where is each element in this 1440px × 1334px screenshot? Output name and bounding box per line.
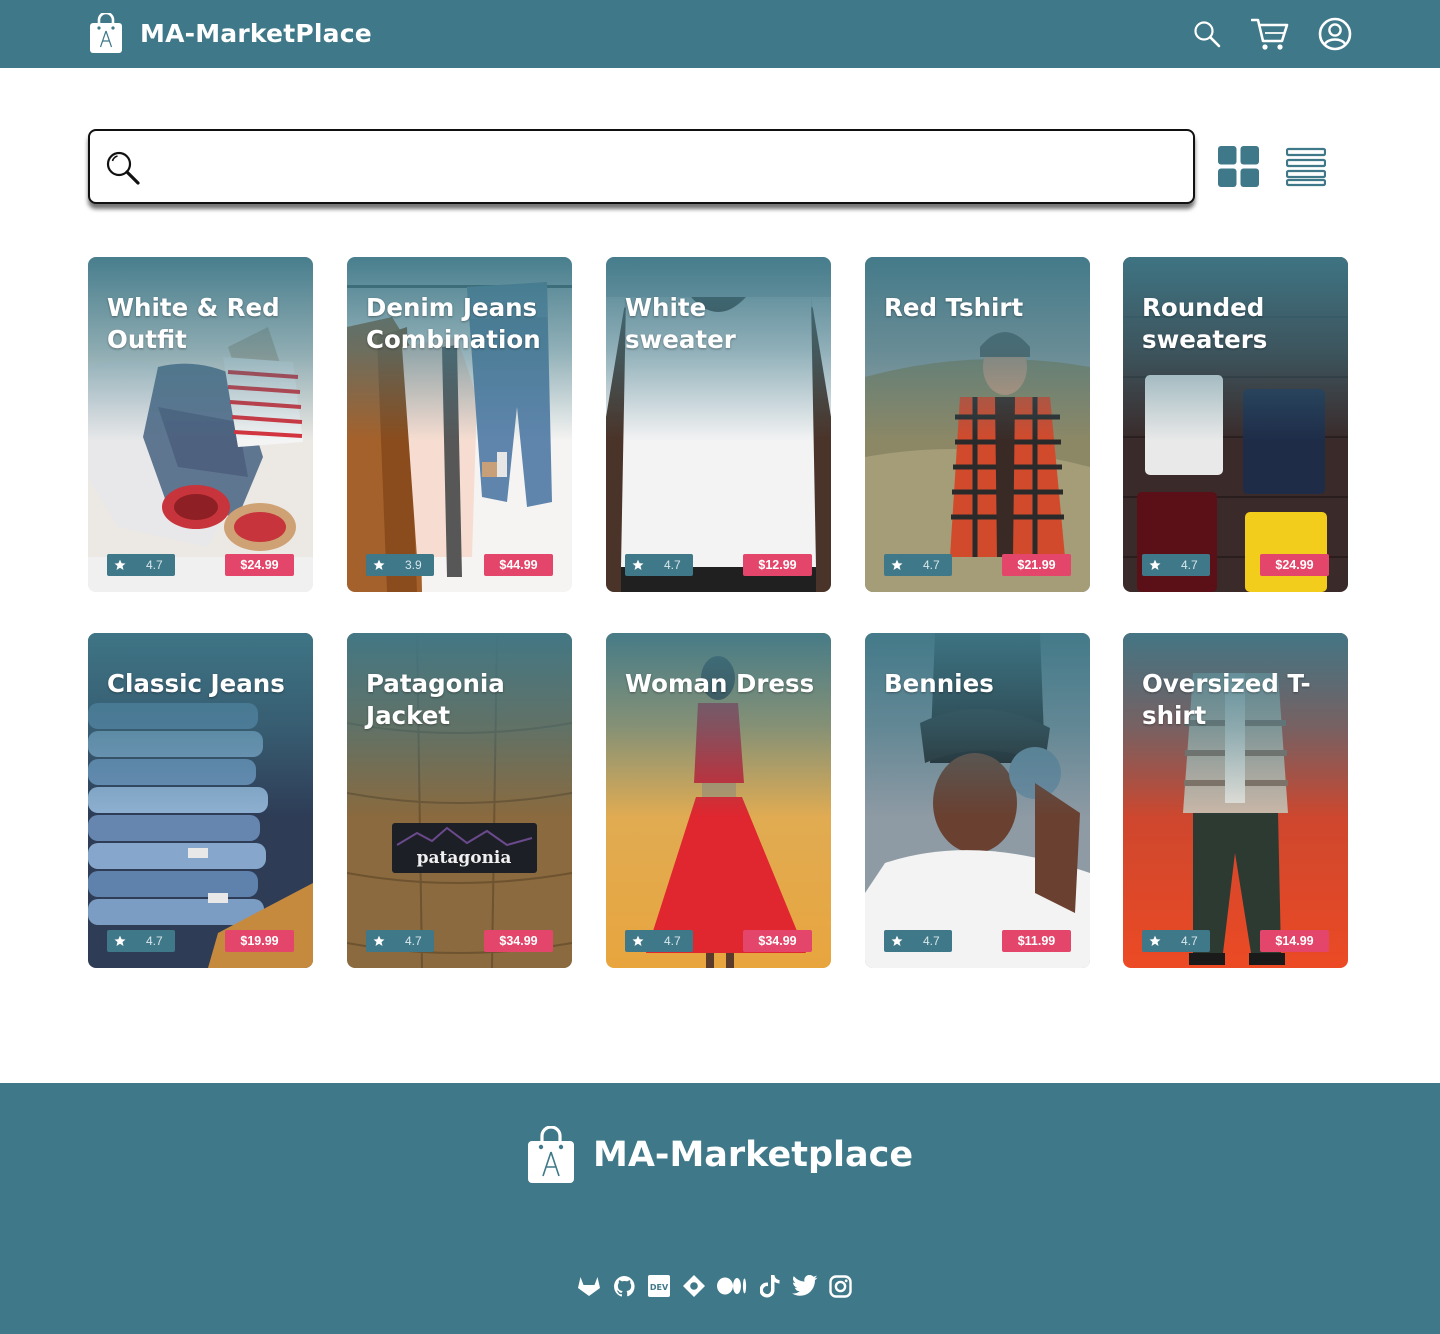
grid-view-icon[interactable] <box>1218 146 1259 187</box>
social-links: DEV <box>576 1272 862 1300</box>
rating-value: 4.7 <box>146 558 163 572</box>
list-view-icon[interactable] <box>1285 147 1327 187</box>
price-badge: $34.99 <box>743 930 812 952</box>
product-card[interactable]: Rounded sweaters 4.7 $24.99 <box>1123 257 1348 592</box>
rating-badge: 4.7 <box>625 930 693 952</box>
product-card[interactable]: White & Red Outfit 4.7 $24.99 <box>88 257 313 592</box>
brand-logo-link[interactable]: MA-MarketPlace <box>88 12 372 54</box>
product-card[interactable]: Oversized T-shirt 4.7 $14.99 <box>1123 633 1348 968</box>
product-title: Bennies <box>884 669 994 698</box>
product-card[interactable]: patagonia Patagonia Jacket 4.7 $34.99 <box>347 633 572 968</box>
price-badge: $24.99 <box>225 554 294 576</box>
footer: MA-Marketplace DEV <box>0 1083 1440 1334</box>
product-title: Rounded sweaters <box>1142 293 1268 354</box>
product-card[interactable]: Red Tshirt 4.7 $21.99 <box>865 257 1090 592</box>
rating-badge: 4.7 <box>366 930 434 952</box>
star-icon <box>632 559 644 570</box>
search-icon <box>106 151 140 185</box>
price-badge: $21.99 <box>1002 554 1071 576</box>
rating-badge: 4.7 <box>107 554 175 576</box>
medium-icon[interactable] <box>716 1273 748 1299</box>
product-card[interactable]: Bennies 4.7 $11.99 <box>865 633 1090 968</box>
hashnode-icon[interactable] <box>681 1273 707 1299</box>
product-card[interactable]: White sweater 4.7 $12.99 <box>606 257 831 592</box>
product-title: Red Tshirt <box>884 293 1024 322</box>
star-icon <box>114 559 126 570</box>
github-icon[interactable] <box>611 1273 637 1299</box>
rating-value: 4.7 <box>664 934 681 948</box>
search-icon[interactable] <box>1190 16 1224 52</box>
footer-brand[interactable]: MA-Marketplace <box>527 1125 913 1185</box>
rating-value: 4.7 <box>923 558 940 572</box>
price-badge: $34.99 <box>484 930 553 952</box>
price-badge: $19.99 <box>225 930 294 952</box>
rating-value: 4.7 <box>664 558 681 572</box>
tiktok-icon[interactable] <box>757 1273 783 1299</box>
star-icon <box>1149 935 1161 946</box>
dev-label: DEV <box>650 1283 669 1292</box>
product-title: Classic Jeans <box>107 669 285 698</box>
product-title: White sweater <box>625 293 736 354</box>
product-title: White & Red Outfit <box>107 293 280 354</box>
star-icon <box>632 935 644 946</box>
twitter-icon[interactable] <box>792 1273 818 1299</box>
gitlab-icon[interactable] <box>576 1273 602 1299</box>
product-card[interactable]: Denim Jeans Combination 3.9 $44.99 <box>347 257 572 592</box>
rating-badge: 4.7 <box>884 930 952 952</box>
star-icon <box>1149 559 1161 570</box>
product-title: Oversized T-shirt <box>1142 669 1311 730</box>
product-title: Denim Jeans Combination <box>366 293 541 354</box>
search-input[interactable] <box>154 141 1174 193</box>
instagram-icon[interactable] <box>827 1273 853 1299</box>
rating-badge: 3.9 <box>366 554 434 576</box>
rating-value: 4.7 <box>405 934 422 948</box>
rating-value: 4.7 <box>1181 558 1198 572</box>
star-icon <box>114 935 126 946</box>
rating-badge: 4.7 <box>625 554 693 576</box>
rating-value: 4.7 <box>1181 934 1198 948</box>
price-badge: $11.99 <box>1002 930 1071 952</box>
rating-badge: 4.7 <box>1142 554 1210 576</box>
product-title: Woman Dress <box>625 669 815 698</box>
shopping-bag-logo-icon <box>528 1126 574 1183</box>
star-icon <box>891 935 903 946</box>
price-badge: $44.99 <box>484 554 553 576</box>
brand-name: MA-MarketPlace <box>140 18 372 48</box>
price-badge: $24.99 <box>1260 554 1329 576</box>
search-bar <box>88 129 1195 204</box>
footer-brand-name: MA-Marketplace <box>593 1135 914 1175</box>
rating-badge: 4.7 <box>1142 930 1210 952</box>
product-card[interactable]: Woman Dress 4.7 $34.99 <box>606 633 831 968</box>
dev-icon[interactable]: DEV <box>646 1273 672 1299</box>
cart-icon[interactable] <box>1250 16 1290 52</box>
star-icon <box>891 559 903 570</box>
product-title: Patagonia Jacket <box>366 669 505 730</box>
rating-value: 4.7 <box>923 934 940 948</box>
shopping-bag-logo-icon <box>90 13 122 53</box>
rating-badge: 4.7 <box>884 554 952 576</box>
rating-value: 3.9 <box>405 558 422 572</box>
star-icon <box>373 935 385 946</box>
rating-badge: 4.7 <box>107 930 175 952</box>
price-badge: $14.99 <box>1260 930 1329 952</box>
user-account-icon[interactable] <box>1316 16 1354 52</box>
top-nav: MA-MarketPlace <box>0 0 1440 68</box>
product-card[interactable]: Classic Jeans 4.7 $19.99 <box>88 633 313 968</box>
rating-value: 4.7 <box>146 934 163 948</box>
star-icon <box>373 559 385 570</box>
price-badge: $12.99 <box>743 554 812 576</box>
